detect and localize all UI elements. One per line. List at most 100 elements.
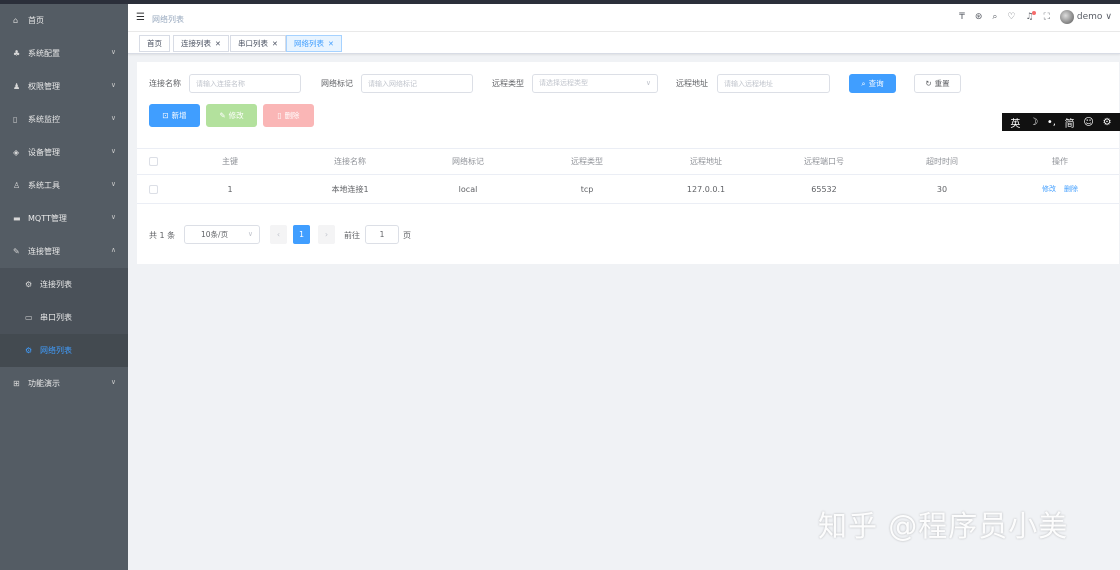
watermark: 知乎 @程序员小美 bbox=[818, 509, 1069, 543]
column-header: 主键 bbox=[222, 157, 238, 166]
username: demo bbox=[1076, 12, 1103, 22]
sidebar-item-mqtt[interactable]: ▬ MQTT管理 ∨ bbox=[0, 202, 128, 235]
row-checkbox[interactable] bbox=[148, 184, 158, 194]
table-row: 1 本地连接1 local tcp 127.0.0.1 65532 30 修改 … bbox=[137, 175, 1119, 204]
sidebar-item-connection-list[interactable]: ⚙ 连接列表 bbox=[0, 268, 128, 301]
sidebar-item-label: 首页 bbox=[28, 16, 44, 25]
tab-label: 首页 bbox=[147, 39, 162, 48]
tab-connection-list[interactable]: 连接列表 ✕ bbox=[173, 35, 229, 52]
row-delete-link[interactable]: 删除 bbox=[1064, 184, 1078, 194]
sidebar-item-demo[interactable]: ⊞ 功能演示 ∨ bbox=[0, 367, 128, 400]
user-icon: ♟ bbox=[13, 82, 21, 91]
tab-serial-list[interactable]: 串口列表 ✕ bbox=[230, 35, 286, 52]
column-header: 远程端口号 bbox=[804, 157, 844, 166]
column-header: 网络标记 bbox=[452, 157, 484, 166]
search-icon[interactable]: ⌕ bbox=[992, 12, 997, 22]
sidebar-item-permission[interactable]: ♟ 权限管理 ∨ bbox=[0, 70, 128, 103]
edit-button[interactable]: ✎ 修改 bbox=[206, 104, 257, 127]
tab-network-list[interactable]: 网络列表 ✕ bbox=[286, 35, 342, 52]
hamburger-icon[interactable]: ☰ bbox=[136, 12, 145, 23]
cell-name: 本地连接1 bbox=[331, 184, 369, 194]
sidebar-item-label: 连接管理 bbox=[28, 247, 60, 256]
goto-label: 前往 bbox=[344, 231, 360, 240]
type-label: 远程类型 bbox=[492, 79, 524, 88]
sidebar-item-connection[interactable]: ✎ 连接管理 ∧ bbox=[0, 235, 128, 268]
name-input[interactable] bbox=[189, 74, 301, 93]
type-select-placeholder: 请选择远程类型 bbox=[539, 79, 588, 87]
chevron-down-icon: ∨ bbox=[110, 114, 116, 122]
sidebar: ⌂ 首页 ♣ 系统配置 ∨ ♟ 权限管理 ∨ ▯ 系统监控 ∨ ◈ 设备管理 ∨ ♙ 系统工具 ∨ ▬… bbox=[0, 4, 128, 570]
ime-simplified[interactable]: 简 bbox=[1065, 115, 1075, 130]
page-size-select[interactable]: 10条/页 ∨ bbox=[184, 225, 260, 244]
sidebar-item-monitor[interactable]: ▯ 系统监控 ∨ bbox=[0, 103, 128, 136]
page-button-current[interactable]: 1 bbox=[293, 225, 310, 244]
sidebar-item-label: 设备管理 bbox=[28, 148, 60, 157]
page-unit-label: 页 bbox=[403, 231, 411, 240]
type-select[interactable]: 请选择远程类型 ∨ bbox=[532, 74, 658, 93]
font-size-icon[interactable]: ₸ bbox=[959, 12, 965, 22]
goto-page-input[interactable]: 1 bbox=[365, 225, 399, 244]
cell-type: tcp bbox=[580, 184, 594, 194]
sidebar-item-network-list[interactable]: ⚙ 网络列表 bbox=[0, 334, 128, 367]
sidebar-item-serial-list[interactable]: ▭ 串口列表 bbox=[0, 301, 128, 334]
chevron-down-icon: ∨ bbox=[110, 81, 116, 89]
ime-language[interactable]: 英 bbox=[1010, 115, 1020, 130]
tab-label: 网络列表 bbox=[294, 39, 324, 48]
moon-icon[interactable]: ☽ bbox=[1029, 117, 1038, 128]
bell-icon[interactable]: ♫ bbox=[1025, 11, 1036, 22]
page-size-value: 10条/页 bbox=[201, 230, 229, 239]
chevron-up-icon: ∧ bbox=[110, 246, 116, 254]
close-icon[interactable]: ✕ bbox=[328, 40, 334, 48]
grid-icon: ⊞ bbox=[13, 379, 20, 388]
addr-input[interactable] bbox=[717, 74, 830, 93]
reset-button-label: 重置 bbox=[934, 79, 950, 88]
tree-icon: ♣ bbox=[13, 49, 21, 58]
cell-port: 65532 bbox=[811, 184, 837, 194]
refresh-icon: ↻ bbox=[925, 79, 932, 88]
chevron-down-icon: ∨ bbox=[110, 48, 116, 56]
sidebar-item-label: MQTT管理 bbox=[28, 214, 67, 223]
cell-addr: 127.0.0.1 bbox=[686, 184, 726, 194]
user-menu[interactable]: demo ∨ bbox=[1059, 10, 1112, 24]
column-header: 操作 bbox=[1052, 157, 1068, 166]
shirt-icon[interactable]: ♡ bbox=[1007, 12, 1015, 22]
sidebar-item-device[interactable]: ◈ 设备管理 ∨ bbox=[0, 136, 128, 169]
prev-page-button[interactable]: ‹ bbox=[270, 225, 287, 244]
avatar bbox=[1059, 10, 1074, 24]
punctuation-icon[interactable]: •, bbox=[1047, 117, 1056, 128]
search-icon: ⌕ bbox=[861, 78, 866, 88]
tab-home[interactable]: 首页 bbox=[139, 35, 170, 52]
close-icon[interactable]: ✕ bbox=[215, 40, 221, 48]
tool-icon: ♙ bbox=[13, 181, 21, 190]
search-button[interactable]: ⌕ 查询 bbox=[849, 74, 896, 93]
delete-button[interactable]: ▯ 删除 bbox=[263, 104, 314, 127]
sidebar-item-home[interactable]: ⌂ 首页 bbox=[0, 4, 128, 37]
sidebar-item-label: 权限管理 bbox=[28, 82, 60, 91]
fullscreen-icon[interactable]: ⛶ bbox=[1044, 12, 1050, 22]
row-edit-link[interactable]: 修改 bbox=[1042, 184, 1056, 194]
home-icon: ⌂ bbox=[13, 16, 19, 25]
header-icons: ₸ ⊛ ⌕ ♡ ♫ ⛶ demo ∨ bbox=[959, 10, 1112, 24]
chevron-down-icon: ∨ bbox=[110, 213, 116, 221]
github-icon[interactable]: ⊛ bbox=[975, 12, 983, 22]
ime-toolbar: 英 ☽ •, 简 ☺ ⚙ bbox=[1002, 113, 1120, 131]
sidebar-item-system-config[interactable]: ♣ 系统配置 ∨ bbox=[0, 37, 128, 70]
gear-icon[interactable]: ⚙ bbox=[1103, 117, 1112, 128]
select-all-checkbox[interactable] bbox=[148, 157, 158, 166]
sidebar-item-tools[interactable]: ♙ 系统工具 ∨ bbox=[0, 169, 128, 202]
flag-label: 网络标记 bbox=[321, 79, 353, 88]
sidebar-item-label: 串口列表 bbox=[40, 313, 72, 322]
next-page-button[interactable]: › bbox=[318, 225, 335, 244]
name-label: 连接名称 bbox=[149, 79, 181, 88]
chevron-down-icon: ∨ bbox=[110, 147, 116, 155]
chevron-down-icon: ∨ bbox=[110, 180, 116, 188]
edit-icon: ✎ bbox=[219, 111, 226, 120]
column-header: 超时时间 bbox=[926, 157, 958, 166]
select-all-cell bbox=[137, 149, 169, 174]
close-icon[interactable]: ✕ bbox=[272, 40, 278, 48]
trash-icon: ▯ bbox=[277, 111, 282, 120]
add-button[interactable]: ⊡ 新增 bbox=[149, 104, 200, 127]
reset-button[interactable]: ↻ 重置 bbox=[914, 74, 961, 93]
flag-input[interactable] bbox=[361, 74, 473, 93]
emoji-icon[interactable]: ☺ bbox=[1083, 117, 1093, 128]
